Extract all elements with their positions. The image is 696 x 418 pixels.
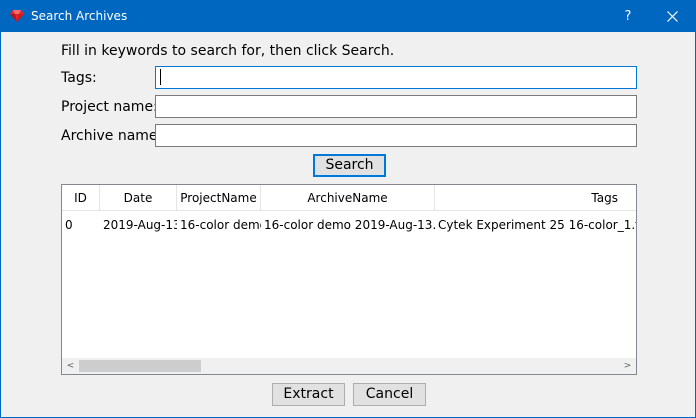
column-header-archive-name[interactable]: ArchiveName [261, 185, 435, 211]
column-header-tags[interactable]: Tags [435, 185, 636, 211]
table-row[interactable]: 0 2019-Aug-13 16-color demo 16-color dem… [62, 212, 636, 238]
cell-tags: Cytek Experiment 25 16-color_1.fcs 16 [438, 218, 636, 232]
text-caret [160, 69, 161, 85]
archive-name-input[interactable] [155, 124, 637, 147]
cell-date: 2019-Aug-13 [103, 218, 177, 232]
help-button[interactable]: ? [607, 1, 649, 32]
tags-input[interactable] [155, 66, 637, 89]
title-bar[interactable]: Search Archives ? [1, 1, 695, 32]
close-button[interactable] [651, 1, 695, 32]
results-table[interactable]: ID Date ProjectName ArchiveName Tags 0 2… [61, 184, 637, 375]
ruby-gem-icon [10, 10, 24, 22]
horizontal-scrollbar[interactable]: < > [62, 358, 636, 374]
column-header-project-name[interactable]: ProjectName [177, 185, 261, 211]
project-name-label: Project name: [61, 99, 158, 115]
cell-project-name: 16-color demo [180, 218, 261, 232]
scroll-right-button[interactable]: > [619, 358, 636, 374]
cell-id: 0 [65, 218, 73, 232]
extract-button[interactable]: Extract [272, 383, 345, 406]
scroll-left-button[interactable]: < [62, 358, 79, 374]
instruction-text: Fill in keywords to search for, then cli… [61, 43, 395, 59]
cancel-button[interactable]: Cancel [353, 383, 426, 406]
column-header-date[interactable]: Date [100, 185, 177, 211]
tags-label: Tags: [61, 70, 97, 86]
column-header-id[interactable]: ID [62, 185, 100, 211]
search-button[interactable]: Search [313, 154, 386, 177]
cell-archive-name: 16-color demo 2019-Aug-13.zip [264, 218, 435, 232]
archive-name-label: Archive name: [61, 128, 163, 144]
window-title: Search Archives [31, 9, 128, 23]
close-icon [667, 11, 678, 22]
project-name-input[interactable] [155, 95, 637, 118]
scroll-thumb[interactable] [79, 360, 201, 372]
search-archives-dialog: Search Archives ? Fill in keywords to se… [0, 0, 696, 418]
